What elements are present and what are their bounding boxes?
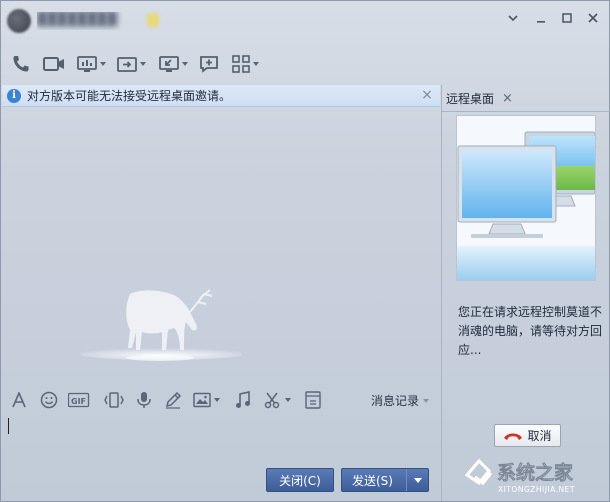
close-icon[interactable] xyxy=(583,9,603,27)
tab-close-icon[interactable]: × xyxy=(502,91,513,106)
cancel-button[interactable]: 取消 xyxy=(494,424,561,447)
svg-text:XITONGZHIJIA.NET: XITONGZHIJIA.NET xyxy=(498,485,575,494)
hang-up-icon xyxy=(504,433,523,440)
vip-badge-icon xyxy=(147,13,159,27)
chevron-down-icon xyxy=(423,398,429,403)
message-history-link[interactable]: 消息记录 xyxy=(371,392,429,409)
file-transfer-icon[interactable] xyxy=(117,51,146,77)
chevron-down-icon[interactable] xyxy=(503,9,523,27)
contact-name[interactable]: ████████ xyxy=(37,12,147,30)
notice-text: 对方版本可能无法接受远程桌面邀请。 xyxy=(27,89,232,103)
notice-bar: i 对方版本可能无法接受远程桌面邀请。 × xyxy=(2,85,440,107)
cancel-button-label: 取消 xyxy=(527,429,552,443)
remote-request-caption: 您正在请求远程控制莫道不消魂的电脑，请等待对方回应... xyxy=(458,305,603,357)
send-options-dropdown[interactable] xyxy=(406,469,428,491)
chat-toolbar xyxy=(1,51,441,79)
maximize-icon[interactable] xyxy=(557,9,577,27)
close-button-label: 关闭(C) xyxy=(279,473,321,488)
svg-text:系统之家: 系统之家 xyxy=(497,461,574,484)
close-button[interactable]: 关闭(C) xyxy=(266,468,334,492)
phone-icon[interactable] xyxy=(11,51,31,77)
svg-text:GIF: GIF xyxy=(71,397,86,406)
image-icon[interactable] xyxy=(193,389,220,411)
remote-desktop-panel: 远程桌面 × 您正在请求远程控制莫道不消魂的电脑，请等待对方回应... 取消 xyxy=(441,85,610,501)
send-button[interactable]: 发送(S) xyxy=(341,468,429,492)
chevron-down-icon xyxy=(413,477,422,483)
tab-divider xyxy=(442,111,610,112)
tab-label: 远程桌面 xyxy=(446,91,495,106)
site-watermark-logo: 系统之家 XITONGZHIJIA.NET xyxy=(463,453,603,497)
remote-desktop-icon[interactable] xyxy=(159,51,188,77)
pen-icon[interactable] xyxy=(164,389,182,411)
tab-remote-desktop[interactable]: 远程桌面 × xyxy=(446,85,513,111)
deer-background-image xyxy=(72,282,244,377)
gif-icon[interactable]: GIF xyxy=(68,389,92,411)
minimize-icon[interactable] xyxy=(531,9,551,27)
voice-icon[interactable] xyxy=(136,389,152,411)
chat-window: ████████ i 对方版本可能无法接受远程桌面邀请。 × GIF 消息记录 … xyxy=(0,0,610,502)
apps-grid-icon[interactable] xyxy=(232,51,259,77)
avatar[interactable] xyxy=(7,9,31,33)
add-chat-icon[interactable] xyxy=(200,51,218,77)
remote-desktop-illustration xyxy=(456,115,596,281)
scissors-icon[interactable] xyxy=(264,389,291,411)
input-toolbar: GIF 消息记录 xyxy=(1,387,441,413)
text-cursor xyxy=(8,418,9,434)
font-icon[interactable] xyxy=(11,389,27,411)
notice-close-icon[interactable]: × xyxy=(420,88,434,102)
music-icon[interactable] xyxy=(235,389,251,411)
shake-icon[interactable] xyxy=(104,389,124,411)
info-icon: i xyxy=(7,88,21,103)
emoji-icon[interactable] xyxy=(40,389,58,411)
collapse-icon[interactable] xyxy=(305,389,321,411)
history-label: 消息记录 xyxy=(370,394,419,408)
message-area[interactable] xyxy=(2,107,440,383)
send-button-label: 发送(S) xyxy=(352,473,393,488)
screen-share-icon[interactable] xyxy=(77,51,106,77)
title-bar: ████████ xyxy=(1,1,609,41)
video-icon[interactable] xyxy=(43,51,65,77)
message-input[interactable] xyxy=(2,413,440,463)
